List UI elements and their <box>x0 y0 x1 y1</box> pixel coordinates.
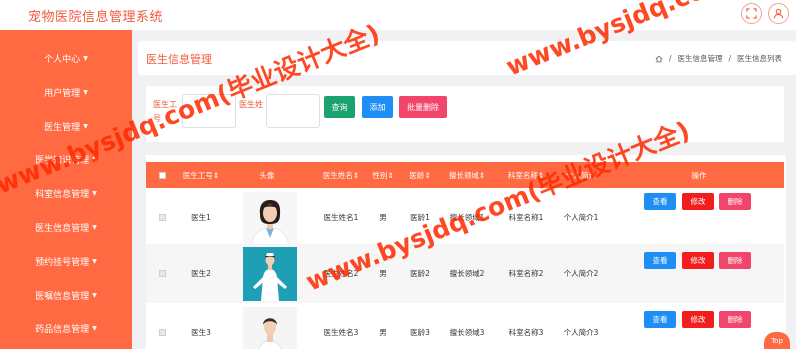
cell-intro: 个人简介3 <box>563 328 599 337</box>
sidebar-item-label: 预约挂号管理 <box>35 257 90 268</box>
select-all-checkbox[interactable] <box>154 162 170 188</box>
cell-id: 医生2 <box>191 269 211 278</box>
cell-age: 医龄2 <box>410 269 430 278</box>
sidebar-item-label: 医学知识管理 <box>35 155 90 166</box>
sidebar-item-label: 用户管理 <box>44 88 81 99</box>
view-button[interactable]: 查看 <box>644 193 676 210</box>
row-checkbox[interactable] <box>154 188 170 247</box>
sidebar: 个人中心 ▼ 用户管理 ▼ 医生管理 ▼ 医学知识管理 ▼ 科室信息管理 ▼ 医生信息管理… <box>0 30 132 349</box>
cell-gender: 男 <box>379 269 387 278</box>
chevron-down-icon: ▼ <box>92 324 97 332</box>
sidebar-item-label: 药品信息管理 <box>35 324 90 335</box>
chevron-down-icon: ▼ <box>83 54 88 62</box>
batch-delete-button[interactable]: 批量删除 <box>399 96 447 118</box>
sidebar-item-label: 科室信息管理 <box>35 189 90 200</box>
title-panel: 医生信息管理 / 医生信息管理 / 医生信息列表 <box>138 41 796 75</box>
sidebar-item-doctor-info[interactable]: 医生信息管理 ▼ <box>0 217 132 237</box>
chevron-down-icon: ▼ <box>92 223 97 231</box>
column-header: 头像 <box>259 170 275 180</box>
sidebar-item-doctors[interactable]: 医生管理 ▼ <box>0 116 132 136</box>
doctor-name-label: 医生姓名 <box>239 100 263 109</box>
breadcrumb-item: 医生信息列表 <box>737 54 782 63</box>
breadcrumb-item[interactable]: 医生信息管理 <box>677 53 722 64</box>
chevron-down-icon: ▼ <box>92 155 97 163</box>
column-header[interactable]: 擅长领域 ⇕ <box>442 162 492 188</box>
cell-name: 医生姓名2 <box>323 269 359 278</box>
table-row: 医生2 医生姓名2 男 医龄2 擅长领域2 科室名称2 个人简介2 查看 修改 … <box>146 244 784 303</box>
sidebar-item-medical-knowledge[interactable]: 医学知识管理 ▼ <box>0 149 132 169</box>
column-header[interactable]: 医生姓名 ⇕ <box>313 162 369 188</box>
doctor-table: 医生工号 ⇕ 头像 医生姓名 ⇕ 性别 ⇕ 医龄 ⇕ 擅长领域 ⇕ 科室名称 ⇕ 个人简介 … <box>146 155 786 349</box>
app-title: 宠物医院信息管理系统 <box>28 10 164 25</box>
doctor-id-input[interactable] <box>182 94 236 128</box>
cell-field: 擅长领域1 <box>449 213 485 222</box>
back-to-top-button[interactable]: Top <box>764 332 790 349</box>
breadcrumb: / 医生信息管理 / 医生信息列表 <box>655 53 782 64</box>
cell-id: 医生1 <box>191 213 211 222</box>
doctor-avatar <box>243 192 297 246</box>
sidebar-item-label: 医生管理 <box>44 122 81 133</box>
cell-gender: 男 <box>379 328 387 337</box>
chevron-down-icon: ▼ <box>92 189 97 197</box>
fullscreen-icon[interactable] <box>741 3 762 24</box>
search-panel: 医生工号 医生姓名 查询 添加 批量删除 <box>146 86 784 142</box>
view-button[interactable]: 查看 <box>644 311 676 328</box>
column-header: 操作 <box>691 170 707 180</box>
user-icon[interactable] <box>768 3 789 24</box>
edit-button[interactable]: 修改 <box>682 311 714 328</box>
sidebar-item-label: 医生信息管理 <box>35 223 90 234</box>
sidebar-item-label: 医嘱信息管理 <box>35 291 90 302</box>
sidebar-item-appointments[interactable]: 预约挂号管理 ▼ <box>0 251 132 271</box>
cell-field: 擅长领域2 <box>449 269 485 278</box>
cell-id: 医生3 <box>191 328 211 337</box>
cell-intro: 个人简介2 <box>563 269 599 278</box>
doctor-id-label: 医生工号 <box>153 100 177 123</box>
cell-dept: 科室名称3 <box>508 328 544 337</box>
table-row: 医生1 医生姓名1 男 医龄1 擅长领域1 科室名称1 个人简介1 查看 修改 … <box>146 188 784 247</box>
cell-intro: 个人简介1 <box>563 213 599 222</box>
column-header[interactable]: 医生工号 ⇕ <box>176 162 226 188</box>
sidebar-item-departments[interactable]: 科室信息管理 ▼ <box>0 183 132 203</box>
table-header: 医生工号 ⇕ 头像 医生姓名 ⇕ 性别 ⇕ 医龄 ⇕ 擅长领域 ⇕ 科室名称 ⇕ 个人简介 … <box>146 162 784 188</box>
cell-age: 医龄3 <box>410 328 430 337</box>
cell-name: 医生姓名3 <box>323 328 359 337</box>
delete-button[interactable]: 删除 <box>719 311 751 328</box>
home-icon[interactable] <box>655 55 663 63</box>
column-header[interactable]: 科室名称 ⇕ <box>501 162 551 188</box>
delete-button[interactable]: 删除 <box>719 252 751 269</box>
sidebar-item-users[interactable]: 用户管理 ▼ <box>0 82 132 102</box>
page-title: 医生信息管理 <box>146 53 212 66</box>
cell-dept: 科室名称2 <box>508 269 544 278</box>
cell-gender: 男 <box>379 213 387 222</box>
column-header[interactable]: 医龄 ⇕ <box>405 162 435 188</box>
doctor-avatar <box>243 247 297 301</box>
cell-field: 擅长领域3 <box>449 328 485 337</box>
chevron-down-icon: ▼ <box>92 291 97 299</box>
cell-name: 医生姓名1 <box>323 213 359 222</box>
chevron-down-icon: ▼ <box>83 122 88 130</box>
sidebar-item-medicine[interactable]: 药品信息管理 ▼ <box>0 318 132 338</box>
view-button[interactable]: 查看 <box>644 252 676 269</box>
top-bar: 宠物医院信息管理系统 <box>0 0 796 30</box>
cell-dept: 科室名称1 <box>508 213 544 222</box>
cell-age: 医龄1 <box>410 213 430 222</box>
add-button[interactable]: 添加 <box>362 96 393 118</box>
edit-button[interactable]: 修改 <box>682 193 714 210</box>
row-checkbox[interactable] <box>154 303 170 349</box>
chevron-down-icon: ▼ <box>92 257 97 265</box>
row-checkbox[interactable] <box>154 244 170 303</box>
query-button[interactable]: 查询 <box>324 96 355 118</box>
column-header: 个人简介 <box>566 170 596 180</box>
sidebar-item-orders[interactable]: 医嘱信息管理 ▼ <box>0 285 132 305</box>
edit-button[interactable]: 修改 <box>682 252 714 269</box>
delete-button[interactable]: 删除 <box>719 193 751 210</box>
doctor-avatar <box>243 307 297 349</box>
sidebar-item-personal-center[interactable]: 个人中心 ▼ <box>0 48 132 68</box>
table-row: 医生3 医生姓名3 男 医龄3 擅长领域3 科室名称3 个人简介3 查看 修改 … <box>146 303 784 349</box>
chevron-down-icon: ▼ <box>83 88 88 96</box>
doctor-name-input[interactable] <box>266 94 320 128</box>
sidebar-item-label: 个人中心 <box>44 54 81 65</box>
column-header[interactable]: 性别 ⇕ <box>372 162 394 188</box>
